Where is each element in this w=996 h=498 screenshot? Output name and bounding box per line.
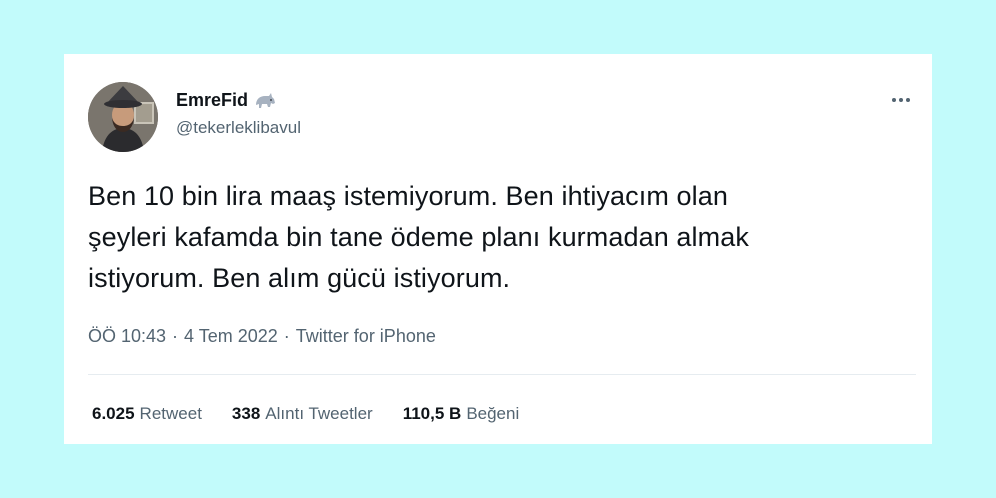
tweet-card: EmreFid @tekerleklibavul Ben 10 bin lira… (64, 54, 932, 444)
avatar[interactable] (88, 82, 158, 152)
retweets-count: 6.025 (92, 404, 135, 423)
likes-count: 110,5 B (402, 404, 462, 423)
tweet-source[interactable]: Twitter for iPhone (296, 326, 436, 347)
tweet-text-line: şeyleri kafamda bin tane ödeme planı kur… (88, 222, 749, 252)
quotes-stat[interactable]: 338 Alıntı Tweetler (232, 404, 373, 424)
tweet-meta: ÖÖ 10:43 · 4 Tem 2022 · Twitter for iPho… (88, 326, 436, 347)
display-name[interactable]: EmreFid (176, 90, 248, 111)
retweets-label: Retweet (139, 404, 202, 423)
rhino-emoji-icon (254, 91, 276, 111)
likes-stat[interactable]: 110,5 B Beğeni (403, 404, 520, 424)
divider (88, 374, 916, 375)
tweet-time[interactable]: ÖÖ 10:43 (88, 326, 166, 347)
tweet-text-line: Ben 10 bin lira maaş istemiyorum. Ben ih… (88, 181, 728, 211)
likes-label: Beğeni (466, 404, 520, 423)
more-horizontal-icon[interactable] (886, 88, 916, 112)
meta-separator: · (283, 326, 290, 346)
retweets-stat[interactable]: 6.025 Retweet (92, 404, 202, 424)
meta-separator: · (172, 326, 179, 346)
tweet-text-line: istiyorum. Ben alım gücü istiyorum. (88, 263, 511, 293)
tweet-text: Ben 10 bin lira maaş istemiyorum. Ben ih… (88, 176, 918, 299)
quotes-count: 338 (231, 404, 261, 423)
user-handle[interactable]: @tekerleklibavul (176, 118, 301, 138)
quotes-label: Alıntı Tweetler (265, 404, 373, 423)
tweet-date[interactable]: 4 Tem 2022 (184, 326, 278, 347)
tweet-stats: 6.025 Retweet 338 Alıntı Tweetler 110,5 … (92, 404, 519, 424)
